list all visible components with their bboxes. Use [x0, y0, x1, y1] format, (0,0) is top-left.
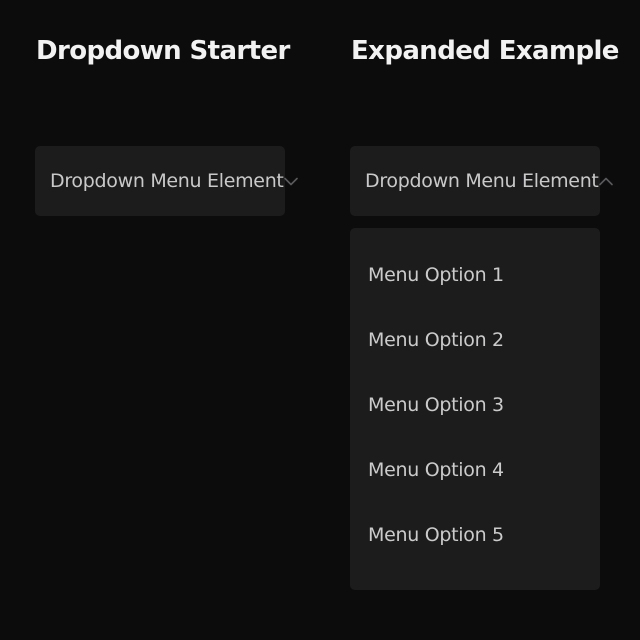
dropdown-label: Dropdown Menu Element [50, 170, 284, 192]
dropdown-menu: Menu Option 1 Menu Option 2 Menu Option … [350, 228, 600, 590]
menu-option-2[interactable]: Menu Option 2 [350, 307, 600, 372]
chevron-down-icon [283, 173, 298, 189]
dropdown-expanded-trigger[interactable]: Dropdown Menu Element [350, 146, 613, 216]
menu-option-5[interactable]: Menu Option 5 [350, 502, 600, 567]
menu-option-1[interactable]: Menu Option 1 [350, 242, 600, 307]
section-title-dropdown-starter: Dropdown Starter [36, 36, 290, 66]
dropdown-label: Dropdown Menu Element [365, 170, 599, 192]
chevron-up-icon [598, 173, 613, 189]
section-title-expanded-example: Expanded Example [351, 36, 619, 66]
menu-option-4[interactable]: Menu Option 4 [350, 437, 600, 502]
menu-option-3[interactable]: Menu Option 3 [350, 372, 600, 437]
dropdown-starter-trigger[interactable]: Dropdown Menu Element [35, 146, 298, 216]
